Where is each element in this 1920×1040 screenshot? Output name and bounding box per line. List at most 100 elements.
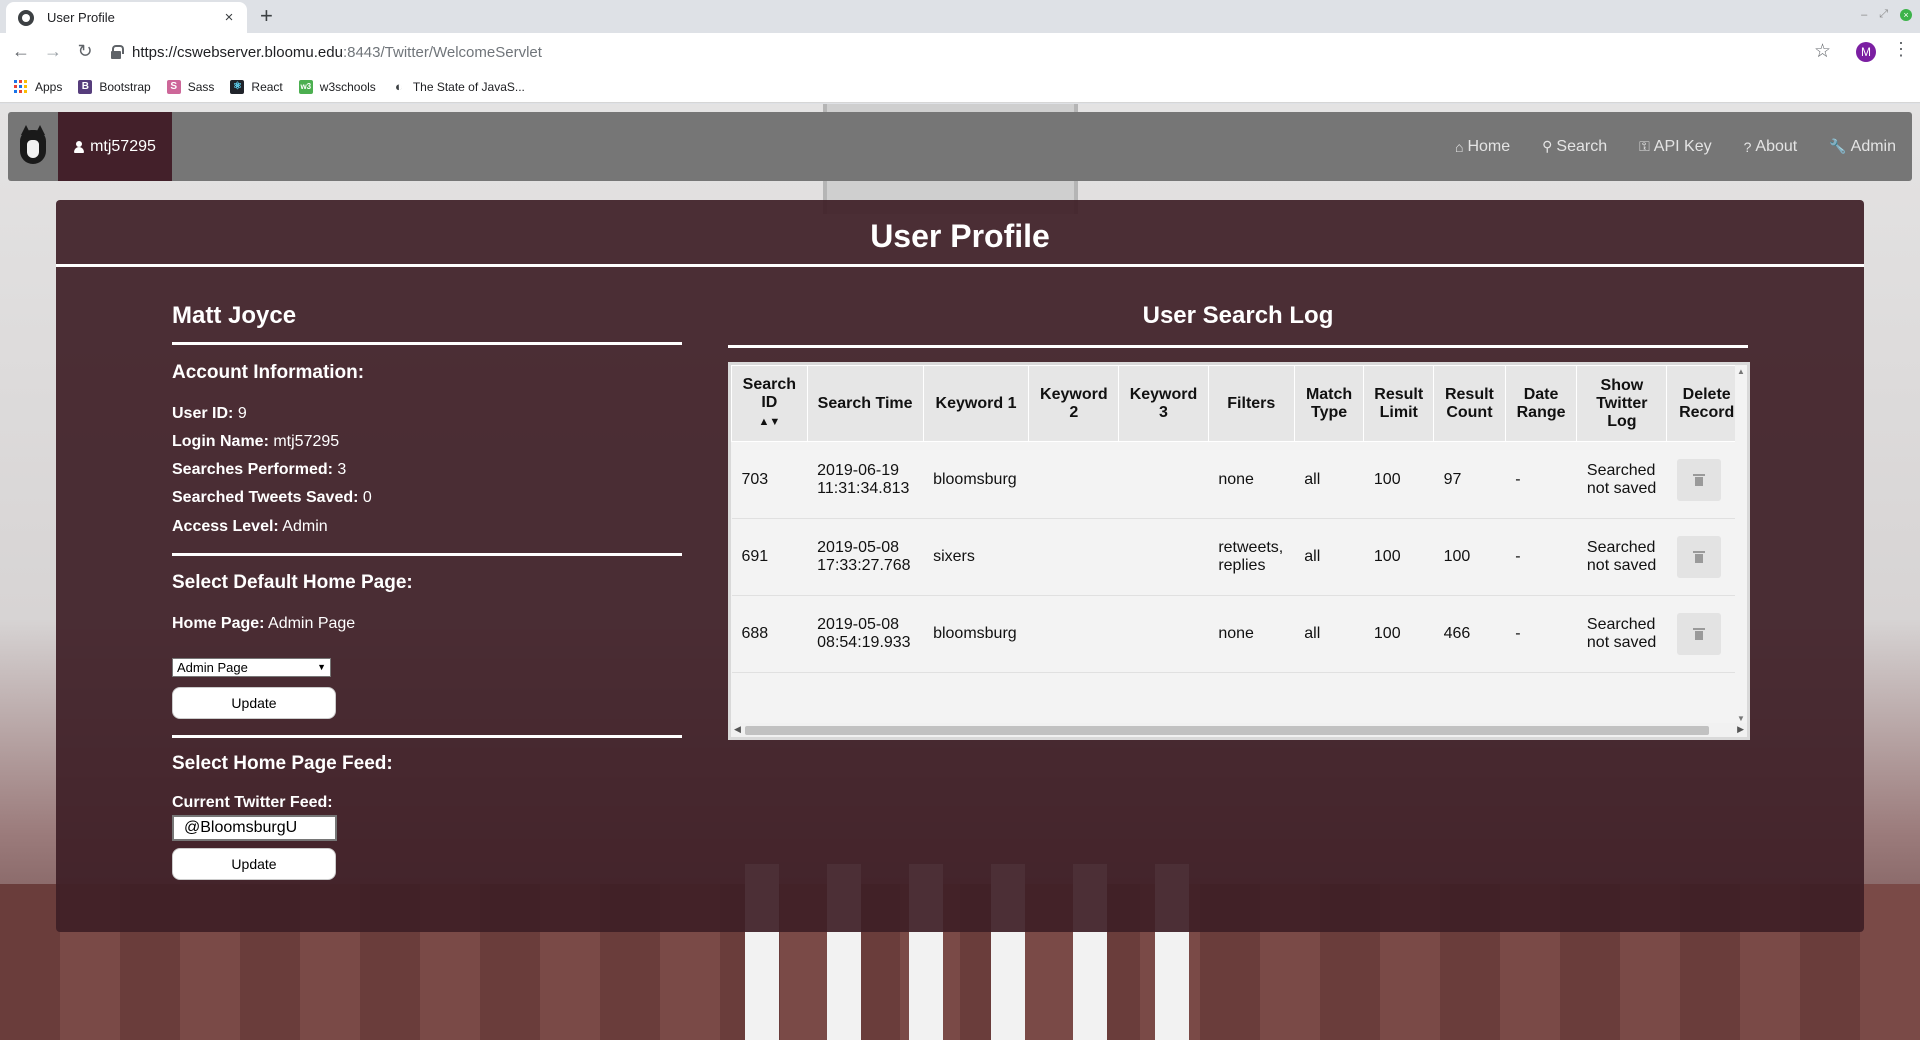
- scroll-right-icon[interactable]: ▶: [1737, 724, 1744, 735]
- scrollbar-thumb[interactable]: [745, 726, 1709, 735]
- scroll-down-icon[interactable]: ▼: [1737, 714, 1745, 723]
- search-log-table: Search ID ▲▼ Search Time Keyword 1 Keywor…: [731, 365, 1747, 673]
- brand-logo[interactable]: [8, 112, 58, 181]
- delete-record-button[interactable]: [1676, 536, 1721, 578]
- bookmark-state-of-js[interactable]: ◐ The State of JavaS...: [391, 79, 525, 94]
- col-keyword-2[interactable]: Keyword 2: [1028, 365, 1120, 442]
- scroll-left-icon[interactable]: ◀: [734, 724, 741, 735]
- cell-result-count: 97: [1433, 441, 1506, 519]
- col-show-twitter-log[interactable]: Show Twitter Log: [1576, 365, 1668, 442]
- home-page-select[interactable]: Admin Page ▼: [172, 658, 331, 677]
- nav-api-key[interactable]: ⚿ API Key: [1639, 138, 1711, 156]
- col-search-time[interactable]: Search Time: [806, 365, 924, 442]
- cell-id: 691: [731, 518, 808, 596]
- col-result-limit[interactable]: Result Limit: [1363, 365, 1435, 442]
- col-match-type[interactable]: Match Type: [1293, 365, 1365, 442]
- minimize-icon[interactable]: –: [1861, 9, 1867, 21]
- table-row: 688 2019-05-08 08:54:19.933 bloomsburg n…: [731, 595, 1747, 673]
- cell-match-type: all: [1294, 441, 1364, 519]
- browser-toolbar: ← → ↻ https://cswebserver.bloomu.edu:844…: [0, 33, 1920, 71]
- cell-keyword-3: [1118, 518, 1209, 596]
- browser-tab[interactable]: User Profile ×: [6, 2, 247, 33]
- cell-twitter-log: Searched not saved: [1576, 441, 1667, 519]
- cell-keyword-1: bloomsburg: [923, 441, 1029, 519]
- tab-close-icon[interactable]: ×: [221, 9, 237, 26]
- trash-icon: [1692, 474, 1705, 486]
- profile-avatar[interactable]: M: [1856, 42, 1876, 62]
- info-searches: Searches Performed: 3: [172, 461, 347, 478]
- cell-result-limit: 100: [1363, 518, 1434, 596]
- nav-label: Admin: [1850, 137, 1896, 155]
- nav-admin[interactable]: 🔧 Admin: [1829, 138, 1896, 156]
- twitter-feed-input[interactable]: @BloomsburgU: [172, 815, 337, 841]
- nav-label: Search: [1556, 137, 1608, 155]
- user-menu[interactable]: mtj57295: [58, 112, 172, 181]
- globe-icon: [18, 9, 34, 26]
- vertical-scrollbar[interactable]: ▲ ▼: [1735, 365, 1747, 725]
- col-result-count[interactable]: Result Count: [1433, 365, 1506, 442]
- cell-id: 703: [731, 441, 808, 519]
- col-search-id[interactable]: Search ID ▲▼: [731, 365, 808, 442]
- w3schools-icon: w3: [298, 79, 313, 94]
- bookmark-bootstrap[interactable]: B Bootstrap: [78, 79, 151, 94]
- address-bar[interactable]: https://cswebserver.bloomu.edu:8443/Twit…: [110, 37, 1810, 67]
- bookmark-label: The State of JavaS...: [412, 79, 525, 94]
- scroll-up-icon[interactable]: ▲: [1737, 367, 1745, 376]
- key-icon: ⚿: [1639, 138, 1650, 154]
- page-title: User Profile: [870, 218, 1050, 254]
- nav-search[interactable]: ⚲ Search: [1542, 138, 1607, 156]
- browser-tab-strip: User Profile × + – ⤢ ×: [0, 0, 1920, 33]
- search-icon: ⚲: [1542, 138, 1553, 154]
- search-log-title: User Search Log: [1142, 302, 1334, 329]
- bookmark-label: w3schools: [319, 79, 376, 94]
- col-keyword-1[interactable]: Keyword 1: [922, 365, 1030, 442]
- divider: [728, 345, 1748, 348]
- delete-record-button[interactable]: [1676, 459, 1721, 501]
- reload-icon[interactable]: ↻: [74, 41, 96, 61]
- nav-about[interactable]: ? About: [1744, 138, 1798, 156]
- bookmark-apps[interactable]: Apps: [14, 80, 62, 94]
- col-date-range[interactable]: Date Range: [1504, 365, 1578, 442]
- lock-icon[interactable]: [110, 45, 124, 59]
- bookmark-react[interactable]: ⚛ React: [230, 79, 283, 94]
- delete-record-button[interactable]: [1676, 613, 1721, 655]
- bookmark-label: Bootstrap: [99, 79, 151, 94]
- new-tab-button[interactable]: +: [260, 4, 273, 28]
- home-page-heading: Select Default Home Page:: [172, 572, 413, 593]
- question-icon: ?: [1743, 138, 1752, 155]
- page-viewport: mtj57295 ⌂ Home ⚲ Search ⚿ API Key ? Abo…: [0, 104, 1920, 1040]
- window-close-icon[interactable]: ×: [1900, 8, 1912, 21]
- divider: [172, 553, 682, 556]
- cell-date-range: -: [1505, 518, 1577, 596]
- globe-icon: ◐: [391, 79, 406, 94]
- cell-id: 688: [731, 595, 808, 673]
- bookmark-w3schools[interactable]: w3 w3schools: [298, 79, 376, 94]
- update-home-button[interactable]: Update: [172, 687, 336, 719]
- forward-icon[interactable]: →: [42, 41, 64, 61]
- nav-label: API Key: [1653, 137, 1712, 155]
- cell-keyword-2: [1028, 441, 1119, 519]
- site-navbar: mtj57295 ⌂ Home ⚲ Search ⚿ API Key ? Abo…: [8, 112, 1912, 181]
- back-icon[interactable]: ←: [10, 41, 32, 61]
- husky-logo-icon: [20, 124, 46, 164]
- account-heading: Account Information:: [172, 362, 365, 383]
- menu-icon[interactable]: ⋮: [1892, 39, 1910, 60]
- cell-match-type: all: [1294, 518, 1364, 596]
- cell-match-type: all: [1294, 595, 1364, 673]
- col-keyword-3[interactable]: Keyword 3: [1118, 365, 1209, 442]
- cell-filters: none: [1208, 441, 1295, 519]
- cell-twitter-log: Searched not saved: [1576, 518, 1667, 596]
- update-feed-button[interactable]: Update: [172, 848, 336, 880]
- cell-filters: none: [1208, 595, 1295, 673]
- maximize-icon[interactable]: ⤢: [1879, 8, 1888, 21]
- col-filters[interactable]: Filters: [1207, 365, 1295, 442]
- profile-name: Matt Joyce: [172, 302, 297, 329]
- nav-home[interactable]: ⌂ Home: [1455, 138, 1510, 156]
- bookmark-star-icon[interactable]: ☆: [1814, 40, 1831, 63]
- info-access-level: Access Level: Admin: [172, 518, 328, 535]
- profile-panel: User Profile Matt Joyce Account Informat…: [56, 200, 1864, 932]
- bookmark-sass[interactable]: S Sass: [166, 79, 214, 94]
- cell-keyword-1: bloomsburg: [923, 595, 1029, 673]
- horizontal-scrollbar[interactable]: ◀ ▶: [731, 723, 1747, 737]
- sort-icon[interactable]: ▲▼: [758, 416, 780, 428]
